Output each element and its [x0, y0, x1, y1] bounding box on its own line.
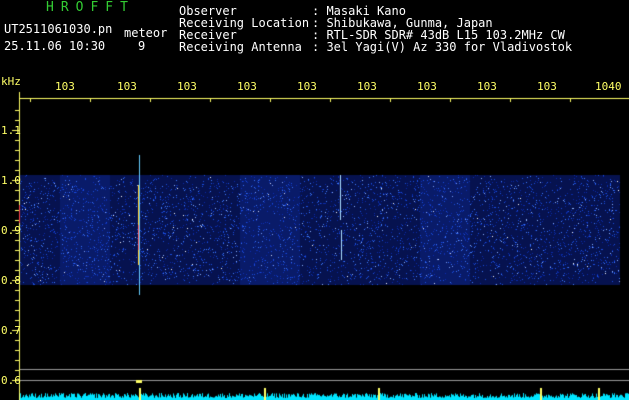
- field-value-antenna: : 3el Yagi(V) Az 330 for Vladivostok: [312, 40, 573, 54]
- y-tick-label: 0.6: [1, 374, 21, 387]
- count-label: 9: [138, 39, 146, 53]
- app-title: HROFFT: [46, 0, 135, 15]
- x-tick-label: 103: [177, 80, 197, 93]
- spectrogram-canvas: [0, 0, 629, 400]
- axis-unit-label: kHz: [1, 75, 21, 88]
- y-tick-label: 1.0: [1, 174, 21, 187]
- y-tick-label: 1.1: [1, 124, 21, 137]
- x-tick-label: 103: [417, 80, 437, 93]
- x-tick-label: 103: [477, 80, 497, 93]
- datetime-label: 25.11.06 10:30: [4, 39, 106, 53]
- y-tick-label: 0.7: [1, 324, 21, 337]
- y-tick-label: 0.9: [1, 224, 21, 237]
- x-tick-label: 103: [537, 80, 557, 93]
- x-tick-label: 103: [55, 80, 75, 93]
- x-tick-label: 1040: [595, 80, 622, 93]
- meteor-label: meteor: [124, 26, 168, 40]
- field-label-antenna: Receiving Antenna: [179, 40, 302, 54]
- y-tick-label: 0.8: [1, 274, 21, 287]
- filename-label: UT2511061030.pn: [4, 22, 113, 36]
- x-tick-label: 103: [237, 80, 257, 93]
- x-tick-label: 103: [297, 80, 317, 93]
- x-tick-label: 103: [357, 80, 377, 93]
- x-tick-label: 103: [117, 80, 137, 93]
